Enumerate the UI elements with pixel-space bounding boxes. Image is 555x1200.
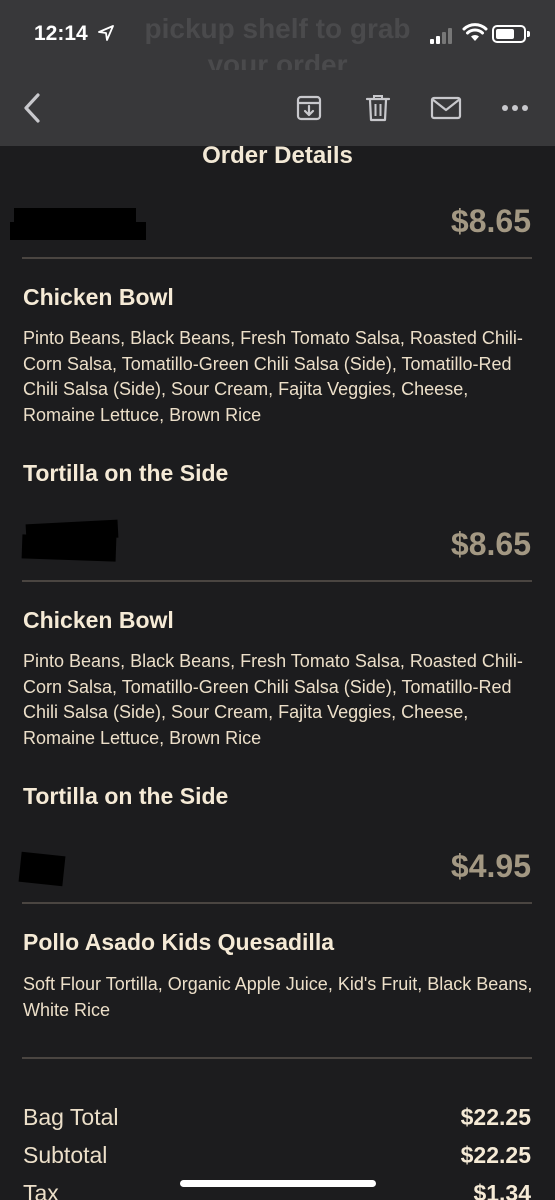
home-indicator[interactable]: [180, 1180, 376, 1187]
item-name: Pollo Asado Kids Quesadilla: [23, 929, 334, 955]
summary-value: $1.34: [473, 1180, 531, 1200]
more-icon[interactable]: [497, 90, 533, 126]
item-name: Chicken Bowl: [23, 607, 174, 633]
location-arrow-icon: [97, 24, 114, 44]
email-body: Order Details $8.65 Chicken Bowl Pinto B…: [0, 146, 555, 1200]
redacted-name: [18, 851, 66, 887]
divider: [22, 580, 532, 582]
item-price: $8.65: [450, 526, 531, 562]
time-text: 12:14: [34, 22, 88, 45]
item-name: Chicken Bowl: [23, 284, 174, 310]
item-price: $8.65: [450, 203, 531, 239]
wifi-icon: [462, 23, 488, 48]
status-bar: pickup shelf to grab your order 12:14: [0, 0, 555, 80]
redacted-name: [21, 534, 117, 562]
archive-icon[interactable]: [291, 90, 327, 126]
summary-label: Subtotal: [23, 1142, 108, 1168]
signal-icon: [430, 28, 456, 44]
item-side: Tortilla on the Side: [23, 783, 229, 809]
trash-icon[interactable]: [360, 90, 396, 126]
chevron-left-icon[interactable]: [14, 90, 50, 126]
battery-icon: [492, 25, 530, 43]
item-side: Tortilla on the Side: [23, 460, 229, 486]
item-description: Pinto Beans, Black Beans, Fresh Tomato S…: [23, 328, 523, 425]
summary-value: $22.25: [460, 1142, 531, 1168]
mail-icon[interactable]: [428, 90, 464, 126]
divider: [22, 902, 532, 904]
item-description: Pinto Beans, Black Beans, Fresh Tomato S…: [23, 651, 523, 748]
mail-toolbar: [0, 70, 555, 146]
summary-label: Tax: [23, 1180, 59, 1200]
summary-value: $22.25: [460, 1104, 531, 1130]
item-description: Soft Flour Tortilla, Organic Apple Juice…: [23, 974, 533, 1020]
order-details-title: Order Details: [202, 146, 353, 169]
divider: [22, 257, 532, 259]
redacted-name: [10, 222, 146, 240]
summary-label: Bag Total: [23, 1104, 119, 1130]
item-price: $4.95: [450, 848, 531, 884]
status-time: 12:14: [34, 22, 114, 46]
divider: [22, 1057, 532, 1059]
